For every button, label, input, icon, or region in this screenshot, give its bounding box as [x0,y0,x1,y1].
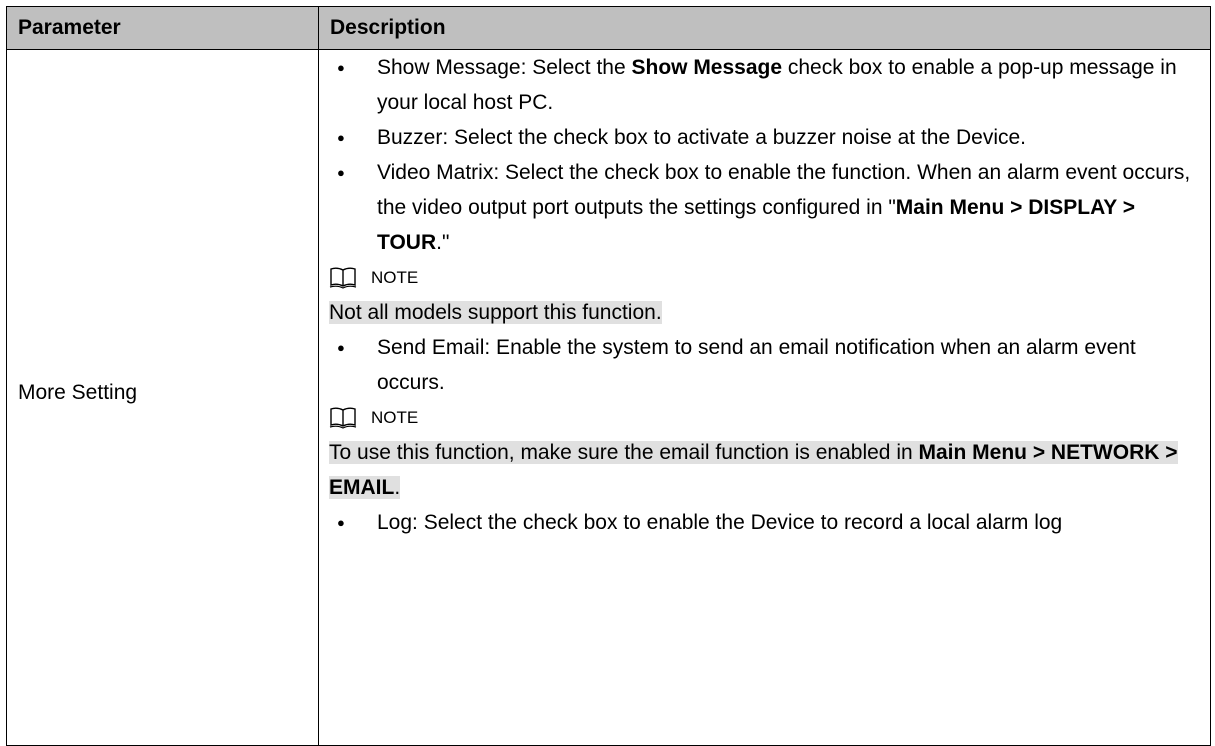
bullet-icon: ● [337,130,345,145]
show-message-prefix: Show Message: Select the [377,56,632,79]
note-text-2-prefix: To use this function, make sure the emai… [329,441,919,464]
note-text-1: Not all models support this function. [329,301,662,324]
log-text: Log: Select the check box to enable the … [377,511,1063,534]
description-cell: ● Show Message: Select the Show Message … [318,49,1211,746]
list-item-log: ● Log: Select the check box to enable th… [329,505,1204,540]
note-heading: NOTE [329,260,1204,295]
note-heading: NOTE [329,400,1204,435]
send-email-text: Send Email: Enable the system to send an… [377,336,1136,394]
header-description: Description [318,6,1211,50]
note-text: To use this function, make sure the emai… [329,435,1204,505]
note-label: NOTE [371,408,419,427]
note-text: Not all models support this function. [329,295,1204,330]
header-parameter: Parameter [6,6,319,50]
note-text-2-suffix: . [394,476,401,499]
list-item-show-message: ● Show Message: Select the Show Message … [329,50,1204,120]
parameter-cell: More Setting [6,49,319,746]
table-row: More Setting ● Show Message: Select the … [6,49,1211,746]
bullet-icon: ● [337,515,345,530]
list-item-buzzer: ● Buzzer: Select the check box to activa… [329,120,1204,155]
table-header-row: Parameter Description [6,6,1211,50]
video-matrix-suffix: ." [436,231,450,254]
bullet-icon: ● [337,60,345,75]
list-item-video-matrix: ● Video Matrix: Select the check box to … [329,155,1204,260]
parameter-table: Parameter Description More Setting ● Sho… [6,6,1211,746]
buzzer-text: Buzzer: Select the check box to activate… [377,126,1027,149]
book-icon [329,266,357,290]
note-label: NOTE [371,268,419,287]
show-message-bold: Show Message [631,56,783,79]
list-item-send-email: ● Send Email: Enable the system to send … [329,330,1204,400]
bullet-icon: ● [337,340,345,355]
book-icon [329,406,357,430]
bullet-icon: ● [337,165,345,180]
